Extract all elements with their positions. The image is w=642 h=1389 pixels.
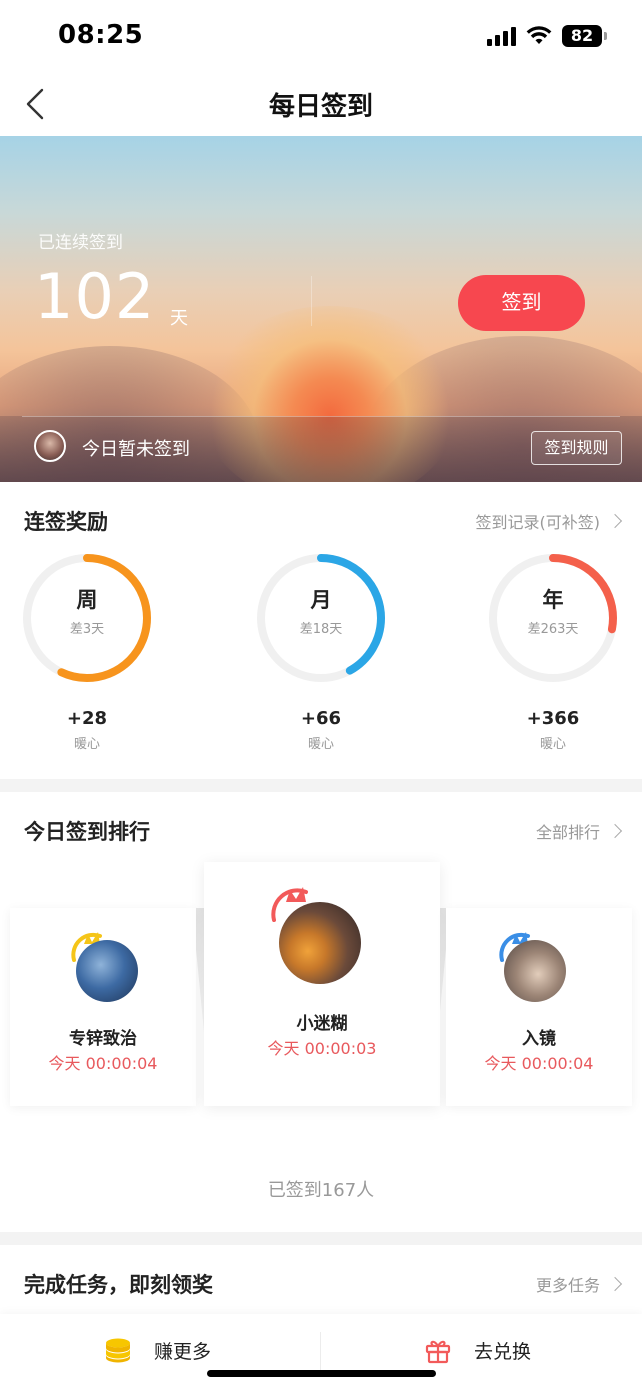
chevron-right-icon xyxy=(607,513,623,529)
rank-checkin-time: 今天 00:00:04 xyxy=(48,1054,158,1073)
reward-month[interactable]: 月 差18天 +66 暖心 xyxy=(255,552,387,752)
all-ranking-link[interactable]: 全部排行 xyxy=(535,819,623,843)
hero-banner: 已连续签到 102 天 签到 今日暂未签到 签到规则 xyxy=(0,136,642,482)
avatar xyxy=(76,940,138,1002)
streak-unit: 天 xyxy=(170,308,188,329)
rank-user-name: 小迷糊 xyxy=(296,1014,348,1034)
bottom-bar: 赚更多 去兑换 xyxy=(0,1314,642,1389)
hero-divider xyxy=(22,416,620,417)
reward-remaining: 差263天 xyxy=(527,622,579,637)
rank-first[interactable]: 小迷糊 今天 00:00:03 xyxy=(204,862,440,1106)
progress-ring: 年 差263天 xyxy=(487,552,619,684)
user-avatar[interactable] xyxy=(34,430,66,462)
reward-unit: 暖心 xyxy=(307,737,334,752)
today-status: 今日暂未签到 xyxy=(82,439,190,460)
checkin-count: 已签到167人 xyxy=(267,1180,375,1201)
reward-unit: 暖心 xyxy=(73,737,100,752)
more-tasks-link[interactable]: 更多任务 xyxy=(535,1272,623,1296)
more-tasks-label: 更多任务 xyxy=(535,1276,600,1295)
chevron-right-icon xyxy=(607,1276,623,1292)
rewards-card: 连签奖励 签到记录(可补签) 周 差3天 +28 暖心 月 差18天 +66 暖… xyxy=(0,482,642,779)
rank-second[interactable]: 专锌致治 今天 00:00:04 xyxy=(10,908,196,1106)
reward-amount: +66 xyxy=(300,708,342,729)
tasks-title: 完成任务，即刻领奖 xyxy=(24,1273,213,1297)
streak-count: 102 xyxy=(34,260,156,333)
gift-icon xyxy=(425,1340,451,1364)
reward-week[interactable]: 周 差3天 +28 暖心 xyxy=(21,552,153,752)
reward-period: 月 xyxy=(310,588,332,612)
rewards-title: 连签奖励 xyxy=(24,510,108,534)
reward-amount: +28 xyxy=(66,708,108,729)
cellular-signal-icon xyxy=(487,26,516,46)
rank-user-name: 入镜 xyxy=(522,1029,556,1049)
reward-year[interactable]: 年 差263天 +366 暖心 xyxy=(487,552,619,752)
page-title: 每日签到 xyxy=(268,92,373,122)
chevron-right-icon xyxy=(607,823,623,839)
home-indicator xyxy=(207,1370,436,1377)
reward-remaining: 差18天 xyxy=(299,622,343,637)
redeem-button[interactable]: 去兑换 xyxy=(424,1336,531,1364)
checkin-record-link[interactable]: 签到记录(可补签) xyxy=(475,509,623,533)
status-icons: 82 xyxy=(487,22,607,50)
checkin-button[interactable]: 签到 xyxy=(458,275,585,331)
ranking-card: 今日签到排行 全部排行 专锌致治 今天 00:00:04 小迷糊 今天 00:0… xyxy=(0,792,642,1232)
reward-amount: +366 xyxy=(526,708,580,729)
reward-remaining: 差3天 xyxy=(69,622,105,637)
rank-third[interactable]: 入镜 今天 00:00:04 xyxy=(446,908,632,1106)
rank-user-name: 专锌致治 xyxy=(69,1029,137,1049)
nav-bar: 每日签到 xyxy=(0,72,642,136)
rank-checkin-time: 今天 00:00:04 xyxy=(484,1054,594,1073)
status-time: 08:25 xyxy=(58,20,144,50)
streak-label: 已连续签到 xyxy=(38,233,123,253)
all-ranking-label: 全部排行 xyxy=(535,823,600,842)
wifi-icon xyxy=(526,26,552,44)
reward-unit: 暖心 xyxy=(539,737,566,752)
avatar xyxy=(279,902,361,984)
hero-divider-vertical xyxy=(311,276,312,326)
checkin-record-label: 签到记录(可补签) xyxy=(475,513,601,532)
earn-more-button[interactable]: 赚更多 xyxy=(104,1336,211,1364)
battery-icon: 82 xyxy=(562,25,607,47)
status-bar: 08:25 82 xyxy=(0,0,642,72)
progress-ring: 周 差3天 xyxy=(21,552,153,684)
redeem-label: 去兑换 xyxy=(474,1340,532,1363)
earn-more-label: 赚更多 xyxy=(154,1340,212,1363)
reward-period: 年 xyxy=(542,588,564,612)
reward-period: 周 xyxy=(76,588,98,612)
rank-checkin-time: 今天 00:00:03 xyxy=(267,1039,377,1058)
rules-button[interactable]: 签到规则 xyxy=(531,431,622,465)
coins-icon xyxy=(106,1338,130,1363)
ranking-title: 今日签到排行 xyxy=(24,820,150,844)
avatar xyxy=(504,940,566,1002)
progress-ring: 月 差18天 xyxy=(255,552,387,684)
